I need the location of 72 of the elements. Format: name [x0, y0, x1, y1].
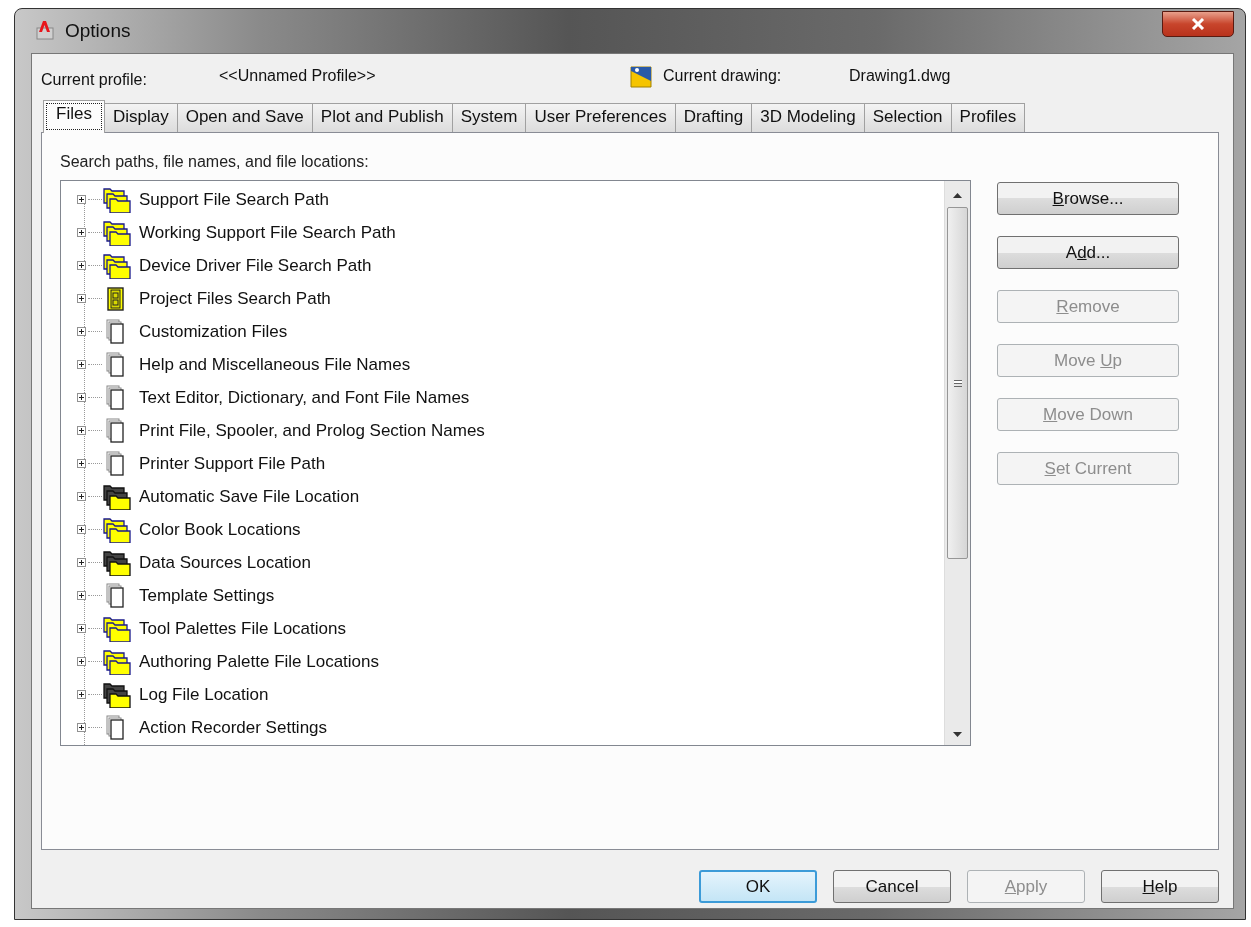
expand-icon[interactable] [77, 690, 86, 699]
tab[interactable]: Profiles [950, 103, 1026, 132]
tree-item[interactable]: Tool Palettes File Locations [139, 618, 346, 639]
expand-icon[interactable] [77, 657, 86, 666]
scroll-up-icon[interactable] [953, 193, 962, 199]
side-button[interactable]: Add... [997, 236, 1179, 269]
scroll-thumb[interactable] [947, 207, 968, 559]
expand-icon[interactable] [77, 327, 86, 336]
expand-icon[interactable] [77, 624, 86, 633]
window-title: Options [65, 20, 131, 42]
tree-item[interactable]: Authoring Palette File Locations [139, 651, 380, 672]
tab[interactable]: Drafting [674, 103, 753, 132]
tab[interactable]: 3D Modeling [751, 103, 865, 132]
scroll-down-icon[interactable] [953, 731, 962, 737]
tab[interactable]: Plot and Publish [311, 103, 453, 132]
tree-item[interactable]: Log File Location [139, 684, 269, 705]
scrollbar[interactable] [944, 181, 970, 745]
app-logo-icon [35, 20, 55, 40]
tree-item[interactable]: Help and Miscellaneous File Names [139, 354, 411, 375]
expand-icon[interactable] [77, 492, 86, 501]
tree-caption: Search paths, file names, and file locations: [60, 153, 370, 171]
expand-icon[interactable] [77, 558, 86, 567]
drawing-file-icon [629, 63, 653, 89]
tree-item[interactable]: Working Support File Search Path [139, 222, 396, 243]
tree-item[interactable]: Project Files Search Path [139, 288, 331, 309]
tab[interactable]: User Preferences [525, 103, 676, 132]
profile-label: Current profile: [41, 71, 148, 89]
dialog-button[interactable]: OK [699, 870, 817, 903]
folders-icon [103, 516, 131, 543]
tree-item[interactable]: Action Recorder Settings [139, 717, 328, 738]
expand-icon[interactable] [77, 195, 86, 204]
drawing-label: Current drawing: [663, 67, 783, 85]
tab[interactable]: Files [43, 100, 105, 133]
tree-item[interactable]: Automatic Save File Location [139, 486, 360, 507]
tree-item[interactable]: Data Sources Location [139, 552, 311, 573]
expand-icon[interactable] [77, 459, 86, 468]
folders-icon [103, 483, 131, 510]
drawing-name: Drawing1.dwg [849, 67, 951, 85]
tree-item[interactable]: Template Settings [139, 585, 275, 606]
tab[interactable]: Open and Save [176, 103, 313, 132]
folders-icon [103, 681, 131, 708]
expand-icon[interactable] [77, 591, 86, 600]
expand-icon[interactable] [77, 294, 86, 303]
tab[interactable]: Selection [863, 103, 952, 132]
dialog-button[interactable]: Cancel [833, 870, 951, 903]
folders-icon [103, 648, 131, 675]
expand-icon[interactable] [77, 261, 86, 270]
tab[interactable]: Display [103, 103, 178, 132]
close-button[interactable] [1162, 11, 1234, 37]
folders-icon [103, 549, 131, 576]
side-button[interactable]: Browse... [997, 182, 1179, 215]
tree-item[interactable]: Color Book Locations [139, 519, 301, 540]
expand-icon[interactable] [77, 426, 86, 435]
tree-item[interactable]: Device Driver File Search Path [139, 255, 372, 276]
tree-item[interactable]: Support File Search Path [139, 189, 329, 210]
expand-icon[interactable] [77, 525, 86, 534]
expand-icon[interactable] [77, 228, 86, 237]
folders-icon [103, 219, 131, 246]
expand-icon[interactable] [77, 723, 86, 732]
folders-icon [103, 186, 131, 213]
expand-icon[interactable] [77, 360, 86, 369]
tree-item[interactable]: Text Editor, Dictionary, and Font File Names [139, 387, 470, 408]
folders-icon [103, 615, 131, 642]
profile-value: <<Unnamed Profile>> [219, 67, 377, 85]
close-icon [1191, 18, 1205, 30]
tab[interactable]: System [451, 103, 527, 132]
folders-icon [103, 252, 131, 279]
tree-item[interactable]: Customization Files [139, 321, 288, 342]
tree-item[interactable]: Print File, Spooler, and Prolog Section Names [139, 420, 485, 441]
tree-item[interactable]: Printer Support File Path [139, 453, 326, 474]
dialog-button[interactable]: Help [1101, 870, 1219, 903]
expand-icon[interactable] [77, 393, 86, 402]
